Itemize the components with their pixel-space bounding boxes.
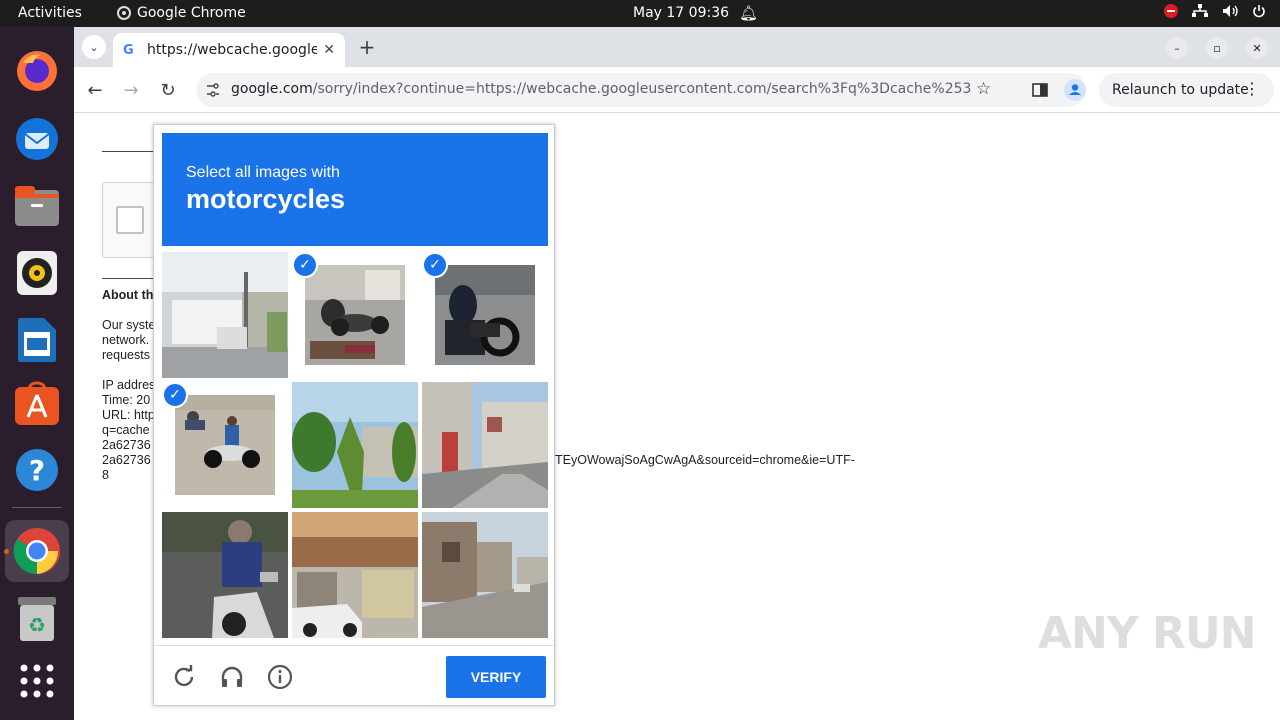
- tab-search-chevron-icon[interactable]: ⌄: [82, 35, 106, 59]
- volume-icon: [1223, 5, 1238, 17]
- info-icon[interactable]: [267, 664, 293, 690]
- reload-icon[interactable]: ↻: [157, 79, 179, 101]
- detail-line: 2a62736: [102, 453, 151, 467]
- time-line: Time: 20: [102, 393, 151, 407]
- libreoffice-impress-icon[interactable]: [13, 316, 61, 364]
- files-icon[interactable]: [13, 182, 61, 230]
- detail-line: 8: [102, 468, 109, 482]
- notification-bell-icon[interactable]: 🔔︎: [739, 4, 758, 22]
- ip-address-line: IP addres: [102, 378, 156, 392]
- app-center-icon[interactable]: [13, 379, 61, 427]
- selected-check-icon: ✓: [292, 252, 318, 278]
- chrome-icon[interactable]: [13, 527, 61, 575]
- detail-line: q=cache: [102, 423, 150, 437]
- detail-line: 2a62736: [102, 438, 151, 452]
- app-name: Google Chrome: [137, 5, 246, 21]
- challenge-footer: VERIFY: [154, 645, 554, 707]
- power-icon: [1253, 5, 1265, 18]
- para-line: requests: [102, 348, 150, 362]
- system-tray[interactable]: [1164, 4, 1266, 18]
- shops-van-image: [292, 512, 418, 638]
- tile-motorcycle-crash[interactable]: ✓: [292, 252, 418, 378]
- system-top-bar: Activities Google Chrome May 17 09:36 🔔︎: [0, 0, 1280, 27]
- tile-street-corner[interactable]: [422, 382, 548, 508]
- selected-check-icon: ✓: [422, 252, 448, 278]
- bookmark-star-icon[interactable]: ☆: [976, 79, 991, 99]
- alley-houses-image: [422, 512, 548, 638]
- kebab-menu-icon[interactable]: ⋮: [1244, 79, 1260, 98]
- dock: ? ♻: [0, 27, 74, 720]
- tile-alley-houses[interactable]: [422, 512, 548, 638]
- tile-shops-van[interactable]: [292, 512, 418, 638]
- tab-close-icon[interactable]: ✕: [323, 42, 335, 58]
- back-icon[interactable]: ←: [84, 79, 106, 101]
- recaptcha-challenge: Select all images with motorcycles ✓ ✓ ✓: [153, 124, 555, 706]
- url-path: /sorry/index?continue=https://webcache.g…: [312, 81, 971, 97]
- para-line: Our syste: [102, 318, 156, 332]
- minimize-icon[interactable]: –: [1166, 37, 1188, 59]
- para-line: network.: [102, 333, 150, 347]
- toolbar: ← → ↻ google.com/sorry/index?continue=ht…: [74, 67, 1280, 113]
- relaunch-label: Relaunch to update: [1112, 82, 1249, 98]
- new-tab-icon[interactable]: +: [356, 35, 378, 59]
- relaunch-update-button[interactable]: Relaunch to update ⋮: [1099, 73, 1274, 107]
- profile-avatar-icon[interactable]: [1064, 79, 1086, 101]
- motorcycle-crash-image: [305, 265, 405, 365]
- challenge-target: motorcycles: [186, 184, 346, 214]
- svg-text:♻: ♻: [28, 613, 46, 637]
- svg-text:?: ?: [29, 454, 45, 487]
- tab-title: https://webcache.googleusercontent.com: [147, 42, 317, 58]
- activities-button[interactable]: Activities: [18, 5, 82, 21]
- audio-challenge-icon[interactable]: [219, 664, 245, 690]
- reload-challenge-icon[interactable]: [171, 664, 197, 690]
- tile-scooter-rider[interactable]: [162, 512, 288, 638]
- do-not-disturb-icon: [1164, 4, 1178, 18]
- google-favicon-icon: G: [123, 42, 134, 58]
- url-line: URL: http: [102, 408, 155, 422]
- about-heading: About th: [102, 288, 154, 302]
- tab-strip: ⌄ G https://webcache.googleusercontent.c…: [74, 27, 1280, 67]
- verify-button[interactable]: VERIFY: [446, 656, 546, 698]
- tile-motorcycle-rider[interactable]: ✓: [422, 252, 548, 378]
- show-apps-icon[interactable]: [13, 657, 61, 705]
- site-info-icon[interactable]: [206, 83, 220, 97]
- recaptcha-checkbox[interactable]: [116, 206, 144, 234]
- motorcycle-rider-image: [435, 265, 535, 365]
- challenge-header: Select all images with motorcycles: [162, 133, 548, 246]
- challenge-instruction: Select all images with: [186, 164, 340, 181]
- firefox-icon[interactable]: [13, 47, 61, 95]
- tab-active[interactable]: G https://webcache.googleusercontent.com…: [113, 33, 345, 67]
- selected-check-icon: ✓: [162, 382, 188, 408]
- trees-building-image: [292, 382, 418, 508]
- running-indicator: [4, 549, 9, 554]
- forward-icon[interactable]: →: [120, 79, 142, 101]
- close-window-icon[interactable]: ✕: [1246, 37, 1268, 59]
- maximize-icon[interactable]: ▫: [1206, 37, 1228, 59]
- app-menu[interactable]: Google Chrome: [117, 5, 246, 21]
- url-text: google.com/sorry/index?continue=https://…: [231, 81, 971, 97]
- storefront-image: [162, 252, 288, 378]
- motorcycle-street-image: [175, 395, 275, 495]
- scooter-rider-image: [162, 512, 288, 638]
- thunderbird-icon[interactable]: [13, 115, 61, 163]
- url-domain: google.com: [231, 81, 313, 97]
- help-icon[interactable]: ?: [13, 446, 61, 494]
- chrome-app-icon: [117, 6, 131, 20]
- network-icon: [1192, 4, 1208, 17]
- request-details: IP addres Time: 20 URL: http q=cache 2a6…: [102, 378, 155, 483]
- explanation-paragraph: Our syste network. requests: [102, 318, 156, 363]
- url-tail-text: TEyOWowajSoAgCwAgA&sourceid=chrome&ie=UT…: [555, 453, 855, 467]
- tile-trees-building[interactable]: [292, 382, 418, 508]
- street-corner-image: [422, 382, 548, 508]
- anyrun-watermark-logo: ANY RUN: [1038, 608, 1256, 659]
- address-bar[interactable]: google.com/sorry/index?continue=https://…: [196, 73, 1086, 107]
- tile-motorcycle-street[interactable]: ✓: [162, 382, 288, 508]
- rhythmbox-icon[interactable]: [13, 249, 61, 297]
- side-panel-icon[interactable]: [1032, 82, 1048, 98]
- dock-separator: [12, 507, 62, 508]
- tile-storefront[interactable]: [162, 252, 288, 378]
- trash-icon[interactable]: ♻: [13, 595, 61, 643]
- clock[interactable]: May 17 09:36: [633, 5, 729, 21]
